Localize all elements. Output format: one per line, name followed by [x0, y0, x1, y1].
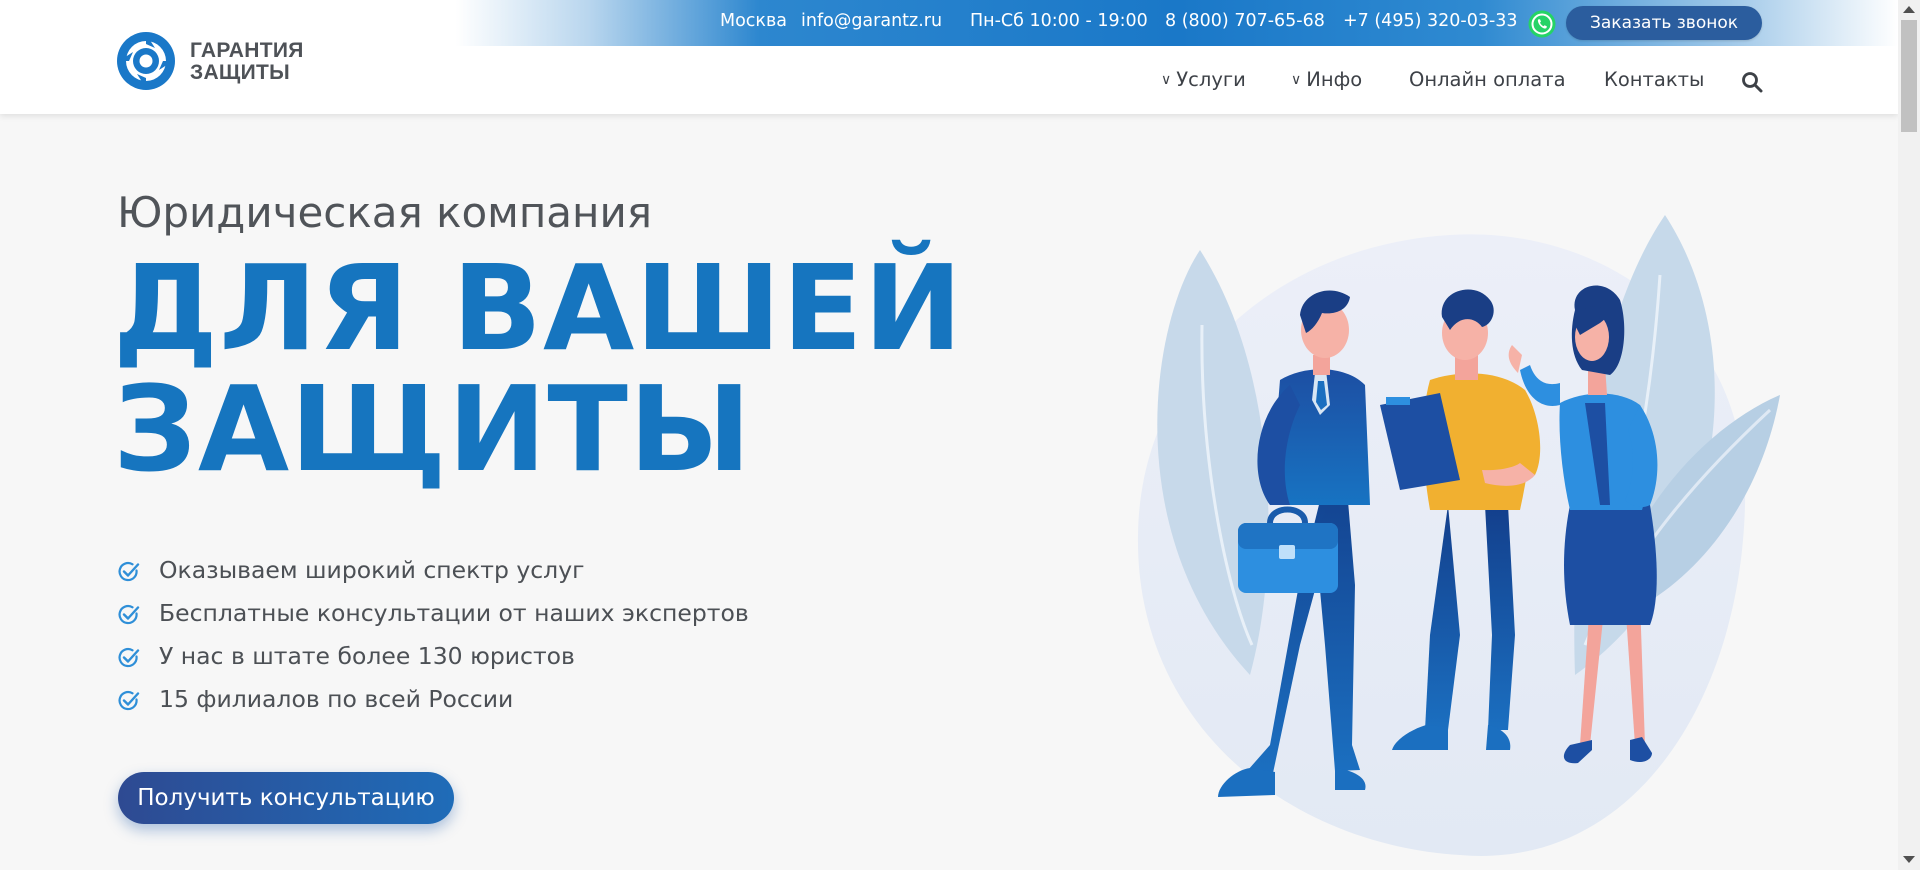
phone-link-800[interactable]: 8 (800) 707-65-68: [1165, 11, 1325, 31]
city-label[interactable]: Москва: [720, 11, 787, 31]
chevron-down-icon: ∨: [1291, 72, 1302, 88]
scroll-down-arrow-icon[interactable]: [1903, 856, 1915, 863]
nav-contacts[interactable]: Контакты: [1604, 68, 1704, 91]
feature-item: Бесплатные консультации от наших эксперт…: [117, 596, 749, 639]
hero-headline-line-1: ДЛЯ ВАШЕЙ: [113, 239, 964, 377]
features-list: Оказываем широкий спектр услуг Бесплатны…: [117, 553, 749, 725]
nav-online-payment[interactable]: Онлайн оплата: [1409, 68, 1566, 91]
feature-text: Бесплатные консультации от наших эксперт…: [159, 599, 749, 627]
scrollbar-thumb[interactable]: [1901, 20, 1917, 132]
check-circle-icon: [118, 604, 140, 625]
logo-line-1: ГАРАНТИЯ: [190, 39, 304, 62]
scroll-up-arrow-icon[interactable]: [1903, 6, 1915, 13]
check-circle-icon: [118, 690, 140, 711]
page-scrollbar[interactable]: [1898, 0, 1920, 870]
logo-wordmark[interactable]: ГАРАНТИЯ ЗАЩИТЫ: [190, 40, 304, 84]
hero-subtitle: Юридическая компания: [117, 188, 653, 237]
feature-item: Оказываем широкий спектр услуг: [117, 553, 749, 596]
email-link[interactable]: info@garantz.ru: [801, 11, 942, 31]
nav-services[interactable]: ∨ Услуги: [1161, 68, 1246, 91]
chevron-down-icon: ∨: [1161, 72, 1172, 88]
nav-info[interactable]: ∨ Инфо: [1291, 68, 1362, 91]
check-circle-icon: [118, 561, 140, 582]
phone-link-495[interactable]: +7 (495) 320-03-33: [1343, 11, 1518, 31]
search-icon[interactable]: [1741, 71, 1763, 93]
nav-services-label: Услуги: [1176, 68, 1246, 91]
order-callback-button[interactable]: Заказать звонок: [1566, 6, 1762, 40]
feature-text: Оказываем широкий спектр услуг: [159, 556, 585, 584]
feature-item: У нас в штате более 130 юристов: [117, 639, 749, 682]
check-circle-icon: [118, 647, 140, 668]
team-illustration: [1137, 215, 1780, 856]
feature-item: 15 филиалов по всей России: [117, 682, 749, 725]
hero-headline-line-2: ЗАЩИТЫ: [113, 360, 753, 498]
shield-logo-icon[interactable]: [117, 32, 175, 90]
hero-headline: ДЛЯ ВАШЕЙ ЗАЩИТЫ: [113, 248, 963, 490]
logo-line-2: ЗАЩИТЫ: [190, 61, 291, 84]
working-hours: Пн-Сб 10:00 - 19:00: [970, 11, 1148, 31]
nav-info-label: Инфо: [1306, 68, 1363, 91]
feature-text: 15 филиалов по всей России: [159, 685, 514, 713]
whatsapp-icon[interactable]: [1527, 9, 1557, 39]
get-consultation-button[interactable]: Получить консультацию: [118, 772, 454, 824]
feature-text: У нас в штате более 130 юристов: [159, 642, 575, 670]
